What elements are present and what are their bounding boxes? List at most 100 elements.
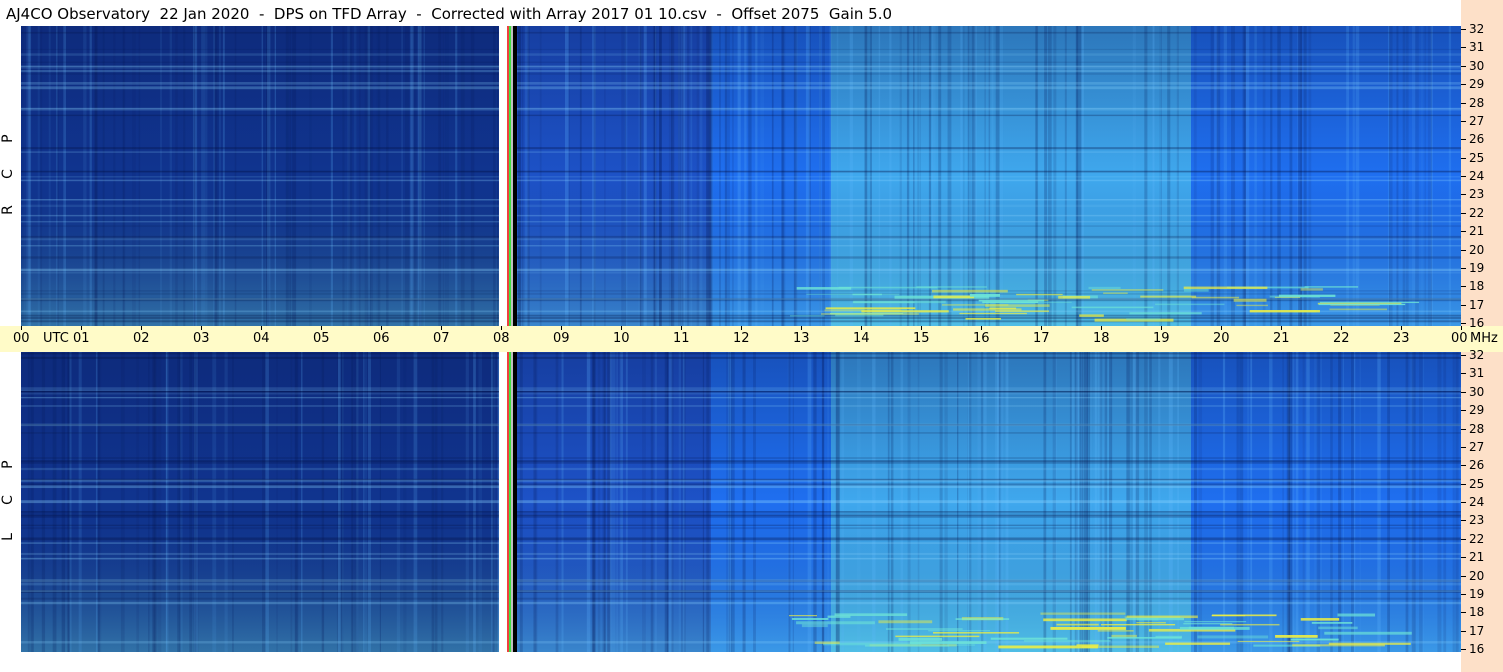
interference-line [21,179,1461,182]
interference-line [21,356,1461,359]
pol-letter: R [0,205,16,215]
interference-line [21,579,1461,583]
freq-tick-label: 17 [1469,297,1485,312]
emission-streak [861,310,949,313]
utc-tick-label: 05 [313,331,330,346]
freq-tick-label: 20 [1469,242,1485,257]
utc-tick-mark [1461,326,1462,330]
freq-tick-mark [1461,538,1466,540]
freq-tick-label: 27 [1469,113,1485,128]
utc-tick-label: 12 [733,331,750,346]
calibration-stripe [515,352,517,652]
emission-streak [959,312,1027,315]
rcp-spectrogram-panel [21,26,1461,326]
freq-tick-label: 19 [1469,260,1485,275]
utc-tick-label: 23 [1393,331,1410,346]
lcp-label: L C P [0,456,16,544]
interference-line [21,537,1461,541]
utc-time-axis: 00 01 02 03 04 05 06 07 08 09 10 11 12 13 14 15 16 17 18 19… [0,326,1503,352]
interference-line [21,389,1461,391]
emission-streak [1023,639,1111,642]
interference-line [21,107,1461,110]
utc-tick-label: 06 [373,331,390,346]
utc-tick-mark [81,326,82,330]
interference-line [21,310,1461,313]
freq-tick-label: 18 [1469,605,1485,620]
freq-tick-mark [1461,520,1466,522]
emission-streak [1081,645,1159,648]
calibration-stripe [507,352,509,652]
emission-streak [895,635,980,638]
utc-tick-mark [381,326,382,330]
freq-tick-mark [1461,575,1466,577]
utc-tick-label: 07 [433,331,450,346]
interference-line [21,114,1461,117]
interference-line [21,542,1461,544]
freq-tick-mark [1461,157,1466,159]
interference-line [21,65,1461,68]
interference-line [21,461,1461,464]
utc-tick-mark [1161,326,1162,330]
emission-streak [1275,635,1318,638]
interference-line [21,70,1461,73]
utc-tick-mark [1101,326,1102,330]
utc-tick-mark [141,326,142,330]
calibration-stripe [511,352,513,652]
utc-tick-label: 19 [1153,331,1170,346]
utc-tick-label: 09 [553,331,570,346]
interference-line [21,290,1461,292]
emission-streak [1155,303,1225,306]
emission-streak [898,637,943,641]
interference-line [21,147,1461,150]
freq-tick-mark [1461,502,1466,503]
utc-tick-mark [21,326,22,330]
pol-letter: L [0,533,16,541]
utc-tick-mark [1041,326,1042,330]
freq-tick-label: 28 [1469,95,1485,110]
interference-line [21,72,1461,75]
utc-tick-mark [801,326,802,330]
interference-line [21,272,1461,274]
freq-tick-mark [1461,65,1466,67]
interference-line [21,405,1461,407]
freq-tick-label: 20 [1469,568,1485,583]
rcp-frequency-axis: 32 31 30 29 28 27 26 25 24 23 22 21 20 19 18 17 16 [1461,23,1503,329]
emission-streak [916,286,987,288]
freq-tick-label: 30 [1469,58,1485,73]
emission-streak [852,301,915,304]
freq-tick-mark [1461,446,1466,448]
freq-tick-mark [1461,483,1466,485]
emission-streak [1197,635,1269,639]
interference-line [21,220,1461,223]
interference-line [21,204,1461,208]
interference-line [21,176,1461,178]
pol-letter: C [0,169,16,179]
freq-tick-mark [1461,102,1466,104]
utc-tick-mark [1221,326,1222,330]
freq-tick-mark [1461,612,1466,614]
emission-streak [789,615,818,617]
rcp-spectrogram [21,26,1461,326]
utc-tick-mark [321,326,322,330]
emission-streak [1220,623,1280,626]
freq-tick-mark [1461,194,1466,196]
utc-tick-label: 21 [1273,331,1290,346]
utc-tick-mark [861,326,862,330]
emission-streak [1233,298,1267,302]
freq-tick-label: 21 [1469,224,1485,239]
emission-streak [995,310,1049,313]
emission-streak [878,620,933,624]
interference-line [21,31,1461,34]
utc-label: UTC [43,331,69,346]
emission-streak [990,637,1068,640]
utc-tick-mark [261,326,262,330]
interference-line [21,61,1461,63]
utc-tick-mark [441,326,442,330]
emission-streak [1016,293,1063,296]
utc-tick-label: 13 [793,331,810,346]
freq-tick-label: 29 [1469,403,1485,418]
utc-tick-mark [201,326,202,330]
interference-line [21,552,1461,555]
lcp-frequency-axis: 32 31 30 29 28 27 26 25 24 23 22 21 20 19 18 17 16 [1461,349,1503,655]
emission-streak [1318,626,1358,630]
